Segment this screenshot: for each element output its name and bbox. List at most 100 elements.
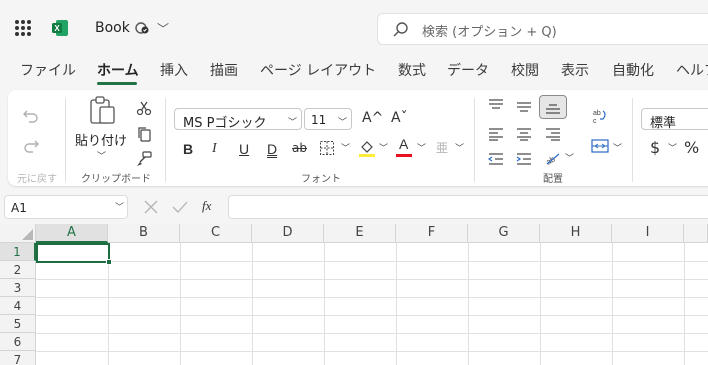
currency-dropdown-icon[interactable]: ﹀ xyxy=(668,145,677,154)
search-box[interactable]: 検索 (オプション + Q) xyxy=(377,13,708,45)
tab-page-layout[interactable]: ページ レイアウト xyxy=(260,60,376,80)
orientation-dropdown-icon[interactable]: ﹀ xyxy=(565,155,574,164)
svg-text:c: c xyxy=(593,118,597,125)
tab-data[interactable]: データ xyxy=(447,60,489,80)
merge-dropdown-icon[interactable]: ﹀ xyxy=(613,145,622,154)
strikethrough-button[interactable]: ab xyxy=(292,142,307,154)
cut-icon[interactable] xyxy=(136,100,152,116)
cancel-icon[interactable] xyxy=(143,199,159,215)
workbook-title[interactable]: Book xyxy=(95,20,130,36)
furigana-dropdown-icon[interactable]: ﹀ xyxy=(455,145,464,154)
copy-icon[interactable] xyxy=(136,126,152,142)
fill-color-dropdown-icon[interactable]: ﹀ xyxy=(379,145,388,154)
number-format-value: 標準 xyxy=(650,116,677,131)
align-center-icon[interactable] xyxy=(516,127,532,141)
tab-help[interactable]: ヘルプ xyxy=(676,60,708,80)
tab-draw[interactable]: 描画 xyxy=(210,60,238,80)
tab-insert[interactable]: 挿入 xyxy=(160,60,188,80)
insert-function-icon[interactable]: fx xyxy=(202,198,211,214)
row-header[interactable]: 1 xyxy=(0,243,36,261)
align-top-icon[interactable] xyxy=(488,98,504,112)
percent-format-button[interactable]: % xyxy=(684,140,699,156)
column-header[interactable]: A xyxy=(36,224,108,243)
number-format-select[interactable]: 標準 xyxy=(641,108,708,131)
furigana-icon[interactable]: 亜 xyxy=(436,142,448,154)
align-right-icon[interactable] xyxy=(545,127,561,141)
row-header[interactable]: 7 xyxy=(0,351,36,365)
font-name-value: MS Pゴシック xyxy=(183,116,267,131)
increase-font-size-icon[interactable]: A^ xyxy=(362,111,383,125)
tab-view[interactable]: 表示 xyxy=(561,60,589,80)
active-cell[interactable] xyxy=(36,243,112,265)
font-name-select[interactable]: MS Pゴシック ﹀ xyxy=(174,108,302,131)
title-menu-chevron-icon[interactable]: ﹀ xyxy=(157,20,169,37)
column-header-partial[interactable] xyxy=(684,224,708,243)
cell-reference: A1 xyxy=(11,201,27,215)
double-underline-button[interactable]: D xyxy=(267,142,277,156)
search-placeholder: 検索 (オプション + Q) xyxy=(422,25,557,40)
tab-review[interactable]: 校閲 xyxy=(511,60,539,80)
row-header[interactable]: 2 xyxy=(0,261,36,279)
worksheet-grid[interactable]: A B C D E F G H I 1 2 3 4 5 6 7 xyxy=(0,224,708,365)
tab-home[interactable]: ホーム xyxy=(97,60,139,80)
align-bottom-button[interactable] xyxy=(539,95,567,119)
redo-icon[interactable] xyxy=(22,137,40,155)
bold-button[interactable]: B xyxy=(183,142,193,156)
align-middle-icon[interactable] xyxy=(516,100,532,114)
row-header[interactable]: 3 xyxy=(0,279,36,297)
enter-icon[interactable] xyxy=(171,199,189,215)
name-box[interactable]: A1 xyxy=(4,195,128,219)
select-all-button[interactable] xyxy=(0,224,36,243)
column-header[interactable]: H xyxy=(540,224,612,243)
row-header[interactable]: 5 xyxy=(0,315,36,333)
italic-button[interactable]: I xyxy=(212,142,217,156)
tab-formulas[interactable]: 数式 xyxy=(398,60,426,80)
align-bottom-icon xyxy=(546,104,560,114)
font-color-dropdown-icon[interactable]: ﹀ xyxy=(417,145,426,154)
increase-indent-icon[interactable] xyxy=(516,152,532,166)
column-header[interactable]: C xyxy=(180,224,252,243)
search-icon xyxy=(393,22,408,37)
column-header[interactable]: D xyxy=(252,224,324,243)
row-header[interactable]: 6 xyxy=(0,333,36,351)
currency-format-button[interactable]: $ xyxy=(650,140,660,156)
formula-input[interactable] xyxy=(228,195,708,219)
borders-dropdown-icon[interactable]: ﹀ xyxy=(341,145,350,154)
merge-center-icon[interactable] xyxy=(591,138,609,154)
format-painter-icon[interactable] xyxy=(136,151,152,167)
column-header[interactable]: B xyxy=(108,224,180,243)
fill-handle[interactable] xyxy=(106,259,112,265)
app-launcher-icon[interactable] xyxy=(15,20,31,36)
fill-color-icon[interactable] xyxy=(358,138,376,158)
gridline xyxy=(36,297,708,298)
align-left-icon[interactable] xyxy=(488,127,504,141)
font-size-value: 11 xyxy=(311,113,327,127)
divider xyxy=(165,98,166,182)
decrease-font-size-icon[interactable]: Aˇ xyxy=(391,111,408,125)
underline-button[interactable]: U xyxy=(239,142,249,156)
divider xyxy=(632,98,633,182)
excel-logo-icon: X xyxy=(52,20,68,36)
row-header[interactable]: 4 xyxy=(0,297,36,315)
divider xyxy=(474,98,475,182)
paste-label[interactable]: 貼り付け xyxy=(75,130,127,149)
tab-automate[interactable]: 自動化 xyxy=(612,60,654,80)
ribbon-home: 元に戻す 貼り付け ﹀ クリップボード MS Pゴシック ﹀ 11 ﹀ A^ A… xyxy=(8,90,708,186)
wrap-text-icon[interactable]: ab c xyxy=(591,107,609,125)
paste-icon[interactable] xyxy=(87,95,117,125)
column-header[interactable]: E xyxy=(324,224,396,243)
undo-icon[interactable] xyxy=(22,107,40,125)
font-color-icon[interactable]: A xyxy=(399,137,408,151)
column-header[interactable]: I xyxy=(612,224,684,243)
gridline xyxy=(36,279,708,280)
font-size-select[interactable]: 11 ﹀ xyxy=(304,108,352,130)
tab-file[interactable]: ファイル xyxy=(20,60,76,80)
decrease-indent-icon[interactable] xyxy=(488,152,504,166)
borders-icon[interactable] xyxy=(319,140,335,156)
name-box-chevron-icon[interactable]: ﹀ xyxy=(115,200,124,213)
column-header[interactable]: G xyxy=(468,224,540,243)
ribbon-area: 元に戻す 貼り付け ﹀ クリップボード MS Pゴシック ﹀ 11 ﹀ A^ A… xyxy=(0,86,708,191)
paste-dropdown-icon[interactable]: ﹀ xyxy=(97,153,106,162)
orientation-icon[interactable]: ab xyxy=(544,150,562,166)
column-header[interactable]: F xyxy=(396,224,468,243)
